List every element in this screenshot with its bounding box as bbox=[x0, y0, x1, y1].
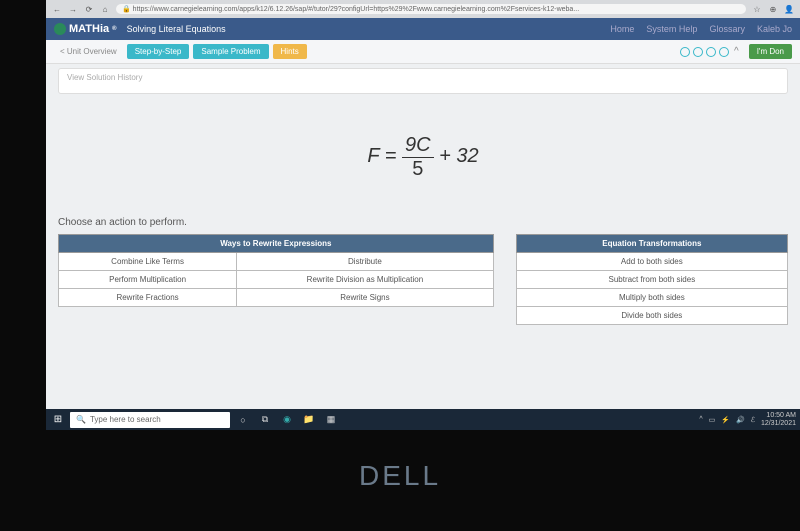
laptop-brand-label: DELL bbox=[0, 460, 800, 492]
nav-user[interactable]: Kaleb Jo bbox=[757, 24, 792, 34]
task-view-icon[interactable]: ⧉ bbox=[256, 411, 274, 429]
toolbar: < Unit Overview Step-by-Step Sample Prob… bbox=[46, 40, 800, 64]
action-multiply-both-sides[interactable]: Multiply both sides bbox=[516, 289, 787, 307]
progress-circles: ^ bbox=[680, 46, 739, 57]
search-icon: 🔍 bbox=[76, 415, 86, 424]
windows-start-icon[interactable]: ⊞ bbox=[50, 412, 66, 428]
profile-icon[interactable]: 👤 bbox=[784, 4, 794, 14]
windows-taskbar: ⊞ 🔍 Type here to search ○ ⧉ ◉ 📁 ▦ ^ ▭ ⚡ … bbox=[46, 409, 800, 430]
app-icon[interactable]: ▦ bbox=[322, 411, 340, 429]
cortana-icon[interactable]: ○ bbox=[234, 411, 252, 429]
hints-button[interactable]: Hints bbox=[273, 44, 307, 59]
tray-chevron-icon[interactable]: ^ bbox=[699, 416, 702, 423]
forward-icon[interactable]: → bbox=[68, 4, 78, 14]
action-rewrite-division[interactable]: Rewrite Division as Multiplication bbox=[237, 271, 494, 289]
action-rewrite-fractions[interactable]: Rewrite Fractions bbox=[59, 289, 237, 307]
table-header: Equation Transformations bbox=[516, 235, 787, 253]
action-add-both-sides[interactable]: Add to both sides bbox=[516, 253, 787, 271]
progress-circle bbox=[719, 47, 729, 57]
step-by-step-button[interactable]: Step-by-Step bbox=[127, 44, 190, 59]
menu-icon[interactable]: ⊕ bbox=[768, 4, 778, 14]
action-combine-like-terms[interactable]: Combine Like Terms bbox=[59, 253, 237, 271]
mathia-logo: MATHia® bbox=[54, 23, 117, 35]
lock-icon: 🔒 bbox=[122, 6, 131, 13]
star-icon[interactable]: ☆ bbox=[752, 4, 762, 14]
equation-display: F = 9C5 + 32 bbox=[58, 94, 788, 211]
sample-problem-button[interactable]: Sample Problem bbox=[193, 44, 268, 59]
unit-overview-link[interactable]: < Unit Overview bbox=[54, 44, 123, 59]
nav-glossary[interactable]: Glossary bbox=[709, 24, 745, 34]
url-text: https://www.carnegielearning.com/apps/k1… bbox=[133, 6, 579, 13]
edge-icon[interactable]: ◉ bbox=[278, 411, 296, 429]
rewrite-expressions-table: Ways to Rewrite Expressions Combine Like… bbox=[58, 234, 494, 307]
action-prompt: Choose an action to perform. bbox=[58, 217, 788, 228]
lesson-title: Solving Literal Equations bbox=[127, 24, 226, 34]
progress-circle bbox=[693, 47, 703, 57]
action-subtract-both-sides[interactable]: Subtract from both sides bbox=[516, 271, 787, 289]
action-divide-both-sides[interactable]: Divide both sides bbox=[516, 307, 787, 325]
volume-icon[interactable]: 🔊 bbox=[736, 416, 745, 424]
reload-icon[interactable]: ⟳ bbox=[84, 4, 94, 14]
url-bar[interactable]: 🔒 https://www.carnegielearning.com/apps/… bbox=[116, 4, 746, 14]
wifi-icon[interactable]: ⚡ bbox=[721, 416, 730, 424]
solution-history-box[interactable]: View Solution History bbox=[58, 68, 788, 94]
app-header: MATHia® Solving Literal Equations Home S… bbox=[46, 18, 800, 40]
action-perform-multiplication[interactable]: Perform Multiplication bbox=[59, 271, 237, 289]
nav-home[interactable]: Home bbox=[610, 24, 634, 34]
battery-icon[interactable]: ▭ bbox=[709, 416, 716, 424]
browser-chrome-bar: ← → ⟳ ⌂ 🔒 https://www.carnegielearning.c… bbox=[46, 0, 800, 18]
nav-system-help[interactable]: System Help bbox=[646, 24, 697, 34]
taskbar-search[interactable]: 🔍 Type here to search bbox=[70, 412, 230, 428]
equation-transformations-table: Equation Transformations Add to both sid… bbox=[516, 234, 788, 325]
im-done-button[interactable]: I'm Don bbox=[749, 44, 792, 59]
language-icon[interactable]: ℰ bbox=[751, 416, 755, 424]
home-icon[interactable]: ⌂ bbox=[100, 4, 110, 14]
action-distribute[interactable]: Distribute bbox=[237, 253, 494, 271]
explorer-icon[interactable]: 📁 bbox=[300, 411, 318, 429]
chevron-up-icon[interactable]: ^ bbox=[734, 46, 739, 57]
progress-circle bbox=[680, 47, 690, 57]
progress-circle bbox=[706, 47, 716, 57]
logo-dot-icon bbox=[54, 23, 66, 35]
back-icon[interactable]: ← bbox=[52, 4, 62, 14]
clock[interactable]: 10:50 AM 12/31/2021 bbox=[761, 412, 796, 427]
search-placeholder: Type here to search bbox=[90, 415, 161, 424]
table-header: Ways to Rewrite Expressions bbox=[59, 235, 494, 253]
action-rewrite-signs[interactable]: Rewrite Signs bbox=[237, 289, 494, 307]
